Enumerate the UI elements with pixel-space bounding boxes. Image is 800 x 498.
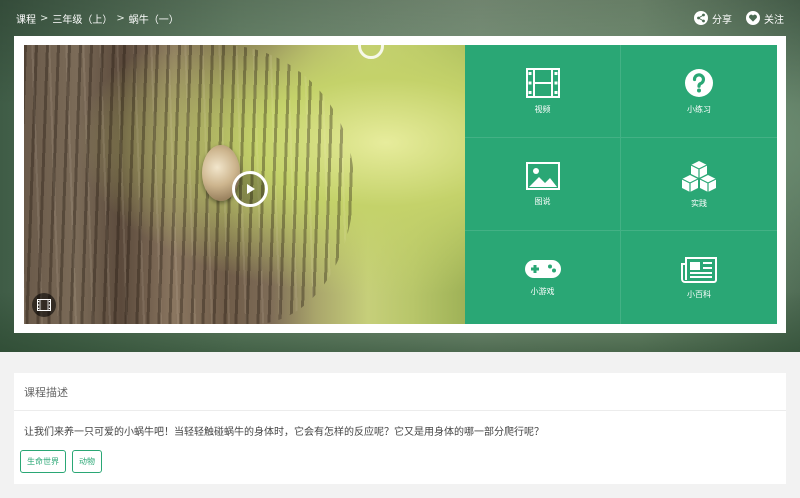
film-icon [525,67,560,98]
follow-label: 关注 [764,14,784,26]
breadcrumb-item-grade[interactable]: 三年级（上） [52,11,112,26]
gamepad-icon [524,260,561,278]
film-badge [32,293,56,317]
share-button[interactable]: 分享 [694,11,732,26]
tag-animals[interactable]: 动物 [72,450,102,473]
tag-life-world[interactable]: 生命世界 [20,450,66,473]
header-actions: 分享 关注 [694,11,784,26]
share-icon [694,11,708,25]
tile-video[interactable]: 视频 [465,45,621,138]
description-title: 课程描述 [14,373,786,411]
newspaper-icon [681,257,717,283]
lesson-card: 视频 小练习 图说 实践 小游戏 小百科 [14,36,786,333]
tile-practice[interactable]: 实践 [621,138,777,231]
tile-label: 小百科 [687,290,711,299]
tile-encyclopedia[interactable]: 小百科 [621,231,777,324]
tile-label: 视频 [534,104,551,114]
tile-label: 小练习 [687,104,711,114]
cubes-icon [681,160,717,192]
tile-label: 图说 [534,196,551,206]
breadcrumb-item-lesson: 蜗牛（一） [128,14,179,26]
description-text: 让我们来养一只可爱的小蜗牛吧！当轻轻触碰蜗牛的身体时，它会有怎样的反应呢？它又是… [24,427,544,438]
breadcrumb-separator: > [40,12,49,24]
film-icon [37,299,51,311]
share-label: 分享 [712,14,732,26]
heart-icon [746,11,760,25]
tag-list: 生命世界 动物 [14,438,786,473]
image-icon [525,161,560,190]
breadcrumb-separator: > [116,12,125,24]
activity-tiles: 视频 小练习 图说 实践 小游戏 小百科 [465,45,777,324]
follow-button[interactable]: 关注 [746,11,784,26]
play-icon [247,184,255,194]
video-preview[interactable] [24,45,465,324]
breadcrumb-item-course[interactable]: 课程 [16,11,36,26]
ring-decoration [358,45,384,59]
breadcrumb: 课程 > 三年级（上） > 蜗牛（一） [16,11,179,26]
course-description-card: 课程描述 让我们来养一只可爱的小蜗牛吧！当轻轻触碰蜗牛的身体时，它会有怎样的反应… [14,373,786,484]
tree-bark-image [24,45,354,324]
question-icon [685,68,713,97]
tile-picture-story[interactable]: 图说 [465,138,621,231]
tile-label: 小游戏 [530,287,555,296]
play-button[interactable] [232,171,268,207]
top-bar: 课程 > 三年级（上） > 蜗牛（一） 分享 关注 [0,0,800,36]
tile-label: 实践 [691,198,707,208]
tile-quiz[interactable]: 小练习 [621,45,777,138]
tile-mini-game[interactable]: 小游戏 [465,231,621,324]
